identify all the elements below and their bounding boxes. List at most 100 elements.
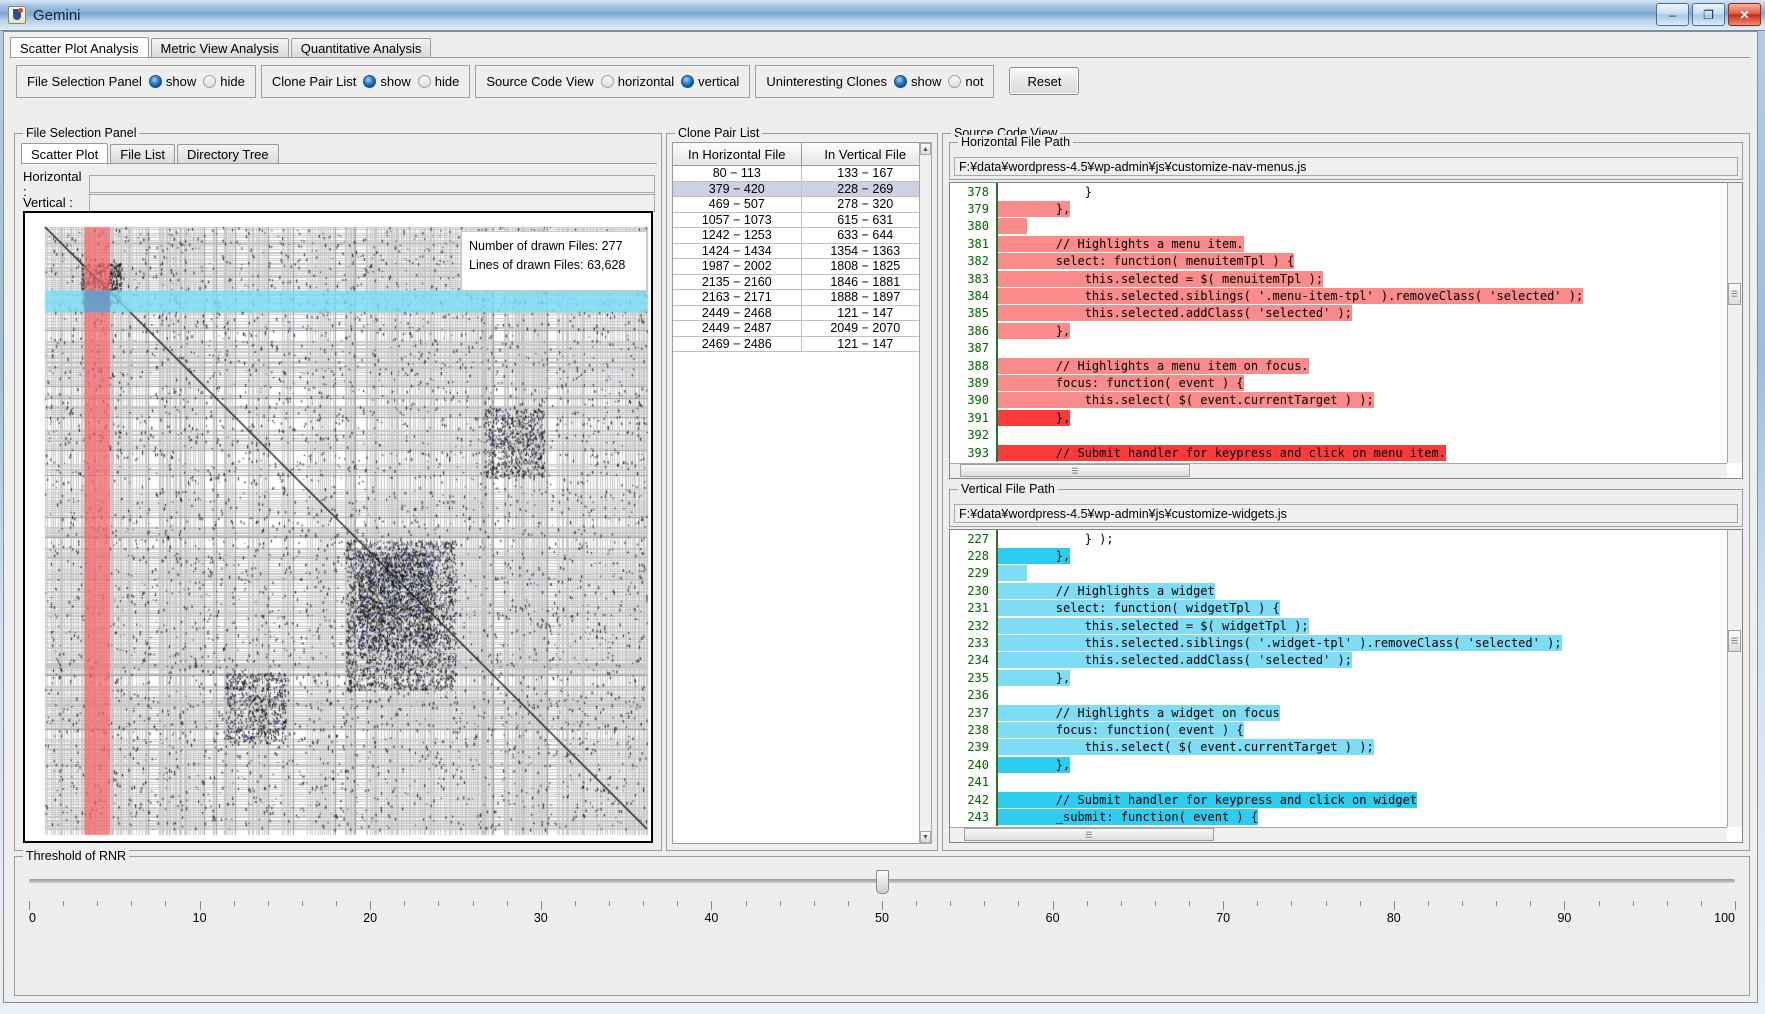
vertical-file-path-value[interactable]: F:¥data¥wordpress-4.5¥wp-admin¥js¥custom…	[954, 504, 1738, 523]
slider-tick	[1462, 901, 1463, 906]
uninteresting-clones-not-radio[interactable]: not	[948, 74, 983, 89]
main-content: Scatter Plot Analysis Metric View Analys…	[3, 31, 1758, 1003]
code-line: 227 } );	[950, 530, 1726, 547]
slider-tick	[1291, 901, 1292, 906]
line-number: 238	[950, 723, 996, 737]
line-number: 233	[950, 636, 996, 650]
scatter-plot-canvas-wrapper[interactable]: Number of drawn Files: 277 Lines of draw…	[23, 211, 653, 843]
code-text-span	[998, 774, 1027, 790]
code-line: 391 },	[950, 409, 1726, 426]
vertical-code-area[interactable]: 227 } );228 },229 230 // Highlights a wi…	[949, 529, 1743, 843]
code-text-span	[998, 687, 1027, 703]
slider-tick	[1633, 901, 1634, 906]
code-text: focus: function( event ) {	[998, 376, 1244, 390]
scroll-down-arrow-icon[interactable]: ▼	[920, 831, 931, 843]
table-row[interactable]: 2135 − 21601846 − 1881	[673, 275, 929, 291]
clone-pair-list-show-radio[interactable]: show	[363, 74, 410, 89]
source-code-view-horizontal-radio[interactable]: horizontal	[601, 74, 674, 89]
column-header-in-horizontal-file[interactable]: In Horizontal File	[673, 143, 802, 165]
line-number: 386	[950, 324, 996, 338]
column-header-in-vertical-file[interactable]: In Vertical File	[802, 143, 930, 165]
slider-tick	[916, 901, 917, 906]
table-row[interactable]: 2469 − 2486121 − 147	[673, 337, 929, 353]
horizontal-code-vertical-scrollbar[interactable]: ☰	[1727, 183, 1742, 463]
table-row[interactable]: 2449 − 24872049 − 2070	[673, 321, 929, 337]
slider-tick	[1530, 901, 1531, 906]
table-row[interactable]: 469 − 507278 − 320	[673, 197, 929, 213]
table-row[interactable]: 1057 − 1073615 − 631	[673, 213, 929, 229]
code-line: 234 this.selected.addClass( 'selected' )…	[950, 652, 1726, 669]
scatter-plot-canvas[interactable]	[25, 213, 651, 841]
scroll-thumb[interactable]: ☰	[1728, 283, 1741, 305]
horizontal-file-path-value[interactable]: F:¥data¥wordpress-4.5¥wp-admin¥js¥custom…	[954, 157, 1738, 176]
vertical-code-horizontal-scrollbar[interactable]: ☰	[950, 827, 1727, 842]
code-text: // Highlights a menu item.	[998, 237, 1244, 251]
window-controls: – ❐ ✕	[1656, 3, 1761, 26]
vertical-file-input[interactable]	[89, 194, 655, 212]
reset-button[interactable]: Reset	[1009, 67, 1079, 95]
clone-pair-list-scrollbar[interactable]: ▲ ▼	[919, 142, 932, 844]
code-line: 241	[950, 773, 1726, 790]
table-row[interactable]: 2163 − 21711888 − 1897	[673, 290, 929, 306]
slider-tick	[1701, 901, 1702, 906]
slider-tick	[131, 901, 132, 906]
clone-pair-table: In Horizontal File In Vertical File 80 −…	[672, 142, 930, 844]
slider-tick	[711, 901, 712, 910]
table-row[interactable]: 80 − 113133 − 167	[673, 166, 929, 182]
radio-dot-icon	[203, 75, 216, 88]
scroll-thumb[interactable]: ☰	[960, 464, 1190, 477]
table-row[interactable]: 1987 − 20021808 − 1825	[673, 259, 929, 275]
clone-pair-table-body: 80 − 113133 − 167379 − 420228 − 269469 −…	[673, 166, 929, 352]
tab-metric-view-analysis[interactable]: Metric View Analysis	[151, 38, 289, 58]
tab-directory-tree[interactable]: Directory Tree	[177, 144, 279, 164]
uninteresting-clones-show-radio[interactable]: show	[894, 74, 941, 89]
file-selection-panel-show-radio[interactable]: show	[149, 74, 196, 89]
radio-dot-icon	[601, 75, 614, 88]
application-window: Gemini – ❐ ✕ Scatter Plot Analysis Metri…	[0, 0, 1765, 1014]
horizontal-code-horizontal-scrollbar[interactable]: ☰	[950, 463, 1727, 478]
close-button[interactable]: ✕	[1728, 3, 1761, 26]
vertical-file-path-title: Vertical File Path	[958, 482, 1058, 496]
table-row[interactable]: 1424 − 14341354 − 1363	[673, 244, 929, 260]
code-line: 387	[950, 340, 1726, 357]
line-number: 240	[950, 758, 996, 772]
code-line: 233 this.selected.siblings( '.widget-tpl…	[950, 634, 1726, 651]
code-text: this.selected = $( menuitemTpl );	[998, 272, 1323, 286]
minimize-button[interactable]: –	[1656, 3, 1689, 26]
horizontal-file-path-title: Horizontal File Path	[958, 135, 1073, 149]
slider-tick	[1599, 901, 1600, 906]
tab-quantitative-analysis[interactable]: Quantitative Analysis	[291, 38, 432, 58]
scroll-thumb[interactable]: ☰	[964, 828, 1214, 841]
horizontal-file-input[interactable]	[89, 175, 655, 193]
code-text-span: focus: function( event ) {	[998, 722, 1244, 738]
tab-file-list[interactable]: File List	[110, 144, 175, 164]
slider-tick	[575, 901, 576, 906]
cell-in-horizontal-file: 379 − 420	[673, 182, 802, 197]
line-number: 384	[950, 289, 996, 303]
source-code-view-vertical-radio[interactable]: vertical	[681, 74, 739, 89]
tab-scatter-plot[interactable]: Scatter Plot	[21, 143, 108, 165]
scroll-thumb[interactable]: ☰	[1728, 630, 1741, 652]
code-text-span: },	[998, 548, 1070, 564]
code-text-span: select: function( menuitemTpl ) {	[998, 253, 1294, 269]
code-line: 393 // Submit handler for keypress and c…	[950, 444, 1726, 461]
analysis-tabs: Scatter Plot Analysis Metric View Analys…	[10, 36, 433, 58]
slider-tick	[814, 901, 815, 906]
code-text-span: this.selected = $( widgetTpl );	[998, 618, 1309, 634]
table-row[interactable]: 1242 − 1253633 − 644	[673, 228, 929, 244]
cell-in-vertical-file: 2049 − 2070	[802, 321, 930, 336]
maximize-button[interactable]: ❐	[1692, 3, 1725, 26]
table-row[interactable]: 379 − 420228 − 269	[673, 182, 929, 198]
vertical-code-vertical-scrollbar[interactable]: ☰	[1727, 530, 1742, 827]
tab-scatter-plot-analysis[interactable]: Scatter Plot Analysis	[10, 37, 149, 59]
slider-tick	[882, 901, 883, 910]
code-line: 379 },	[950, 200, 1726, 217]
table-row[interactable]: 2449 − 2468121 − 147	[673, 306, 929, 322]
scroll-up-arrow-icon[interactable]: ▲	[920, 143, 931, 155]
horizontal-code-area[interactable]: 378 }379 },380 381 // Highlights a menu …	[949, 182, 1743, 479]
file-selection-panel-hide-radio[interactable]: hide	[203, 74, 245, 89]
code-line: 237 // Highlights a widget on focus	[950, 704, 1726, 721]
threshold-slider-thumb[interactable]	[876, 870, 889, 894]
code-line: 235 },	[950, 669, 1726, 686]
clone-pair-list-hide-radio[interactable]: hide	[418, 74, 460, 89]
